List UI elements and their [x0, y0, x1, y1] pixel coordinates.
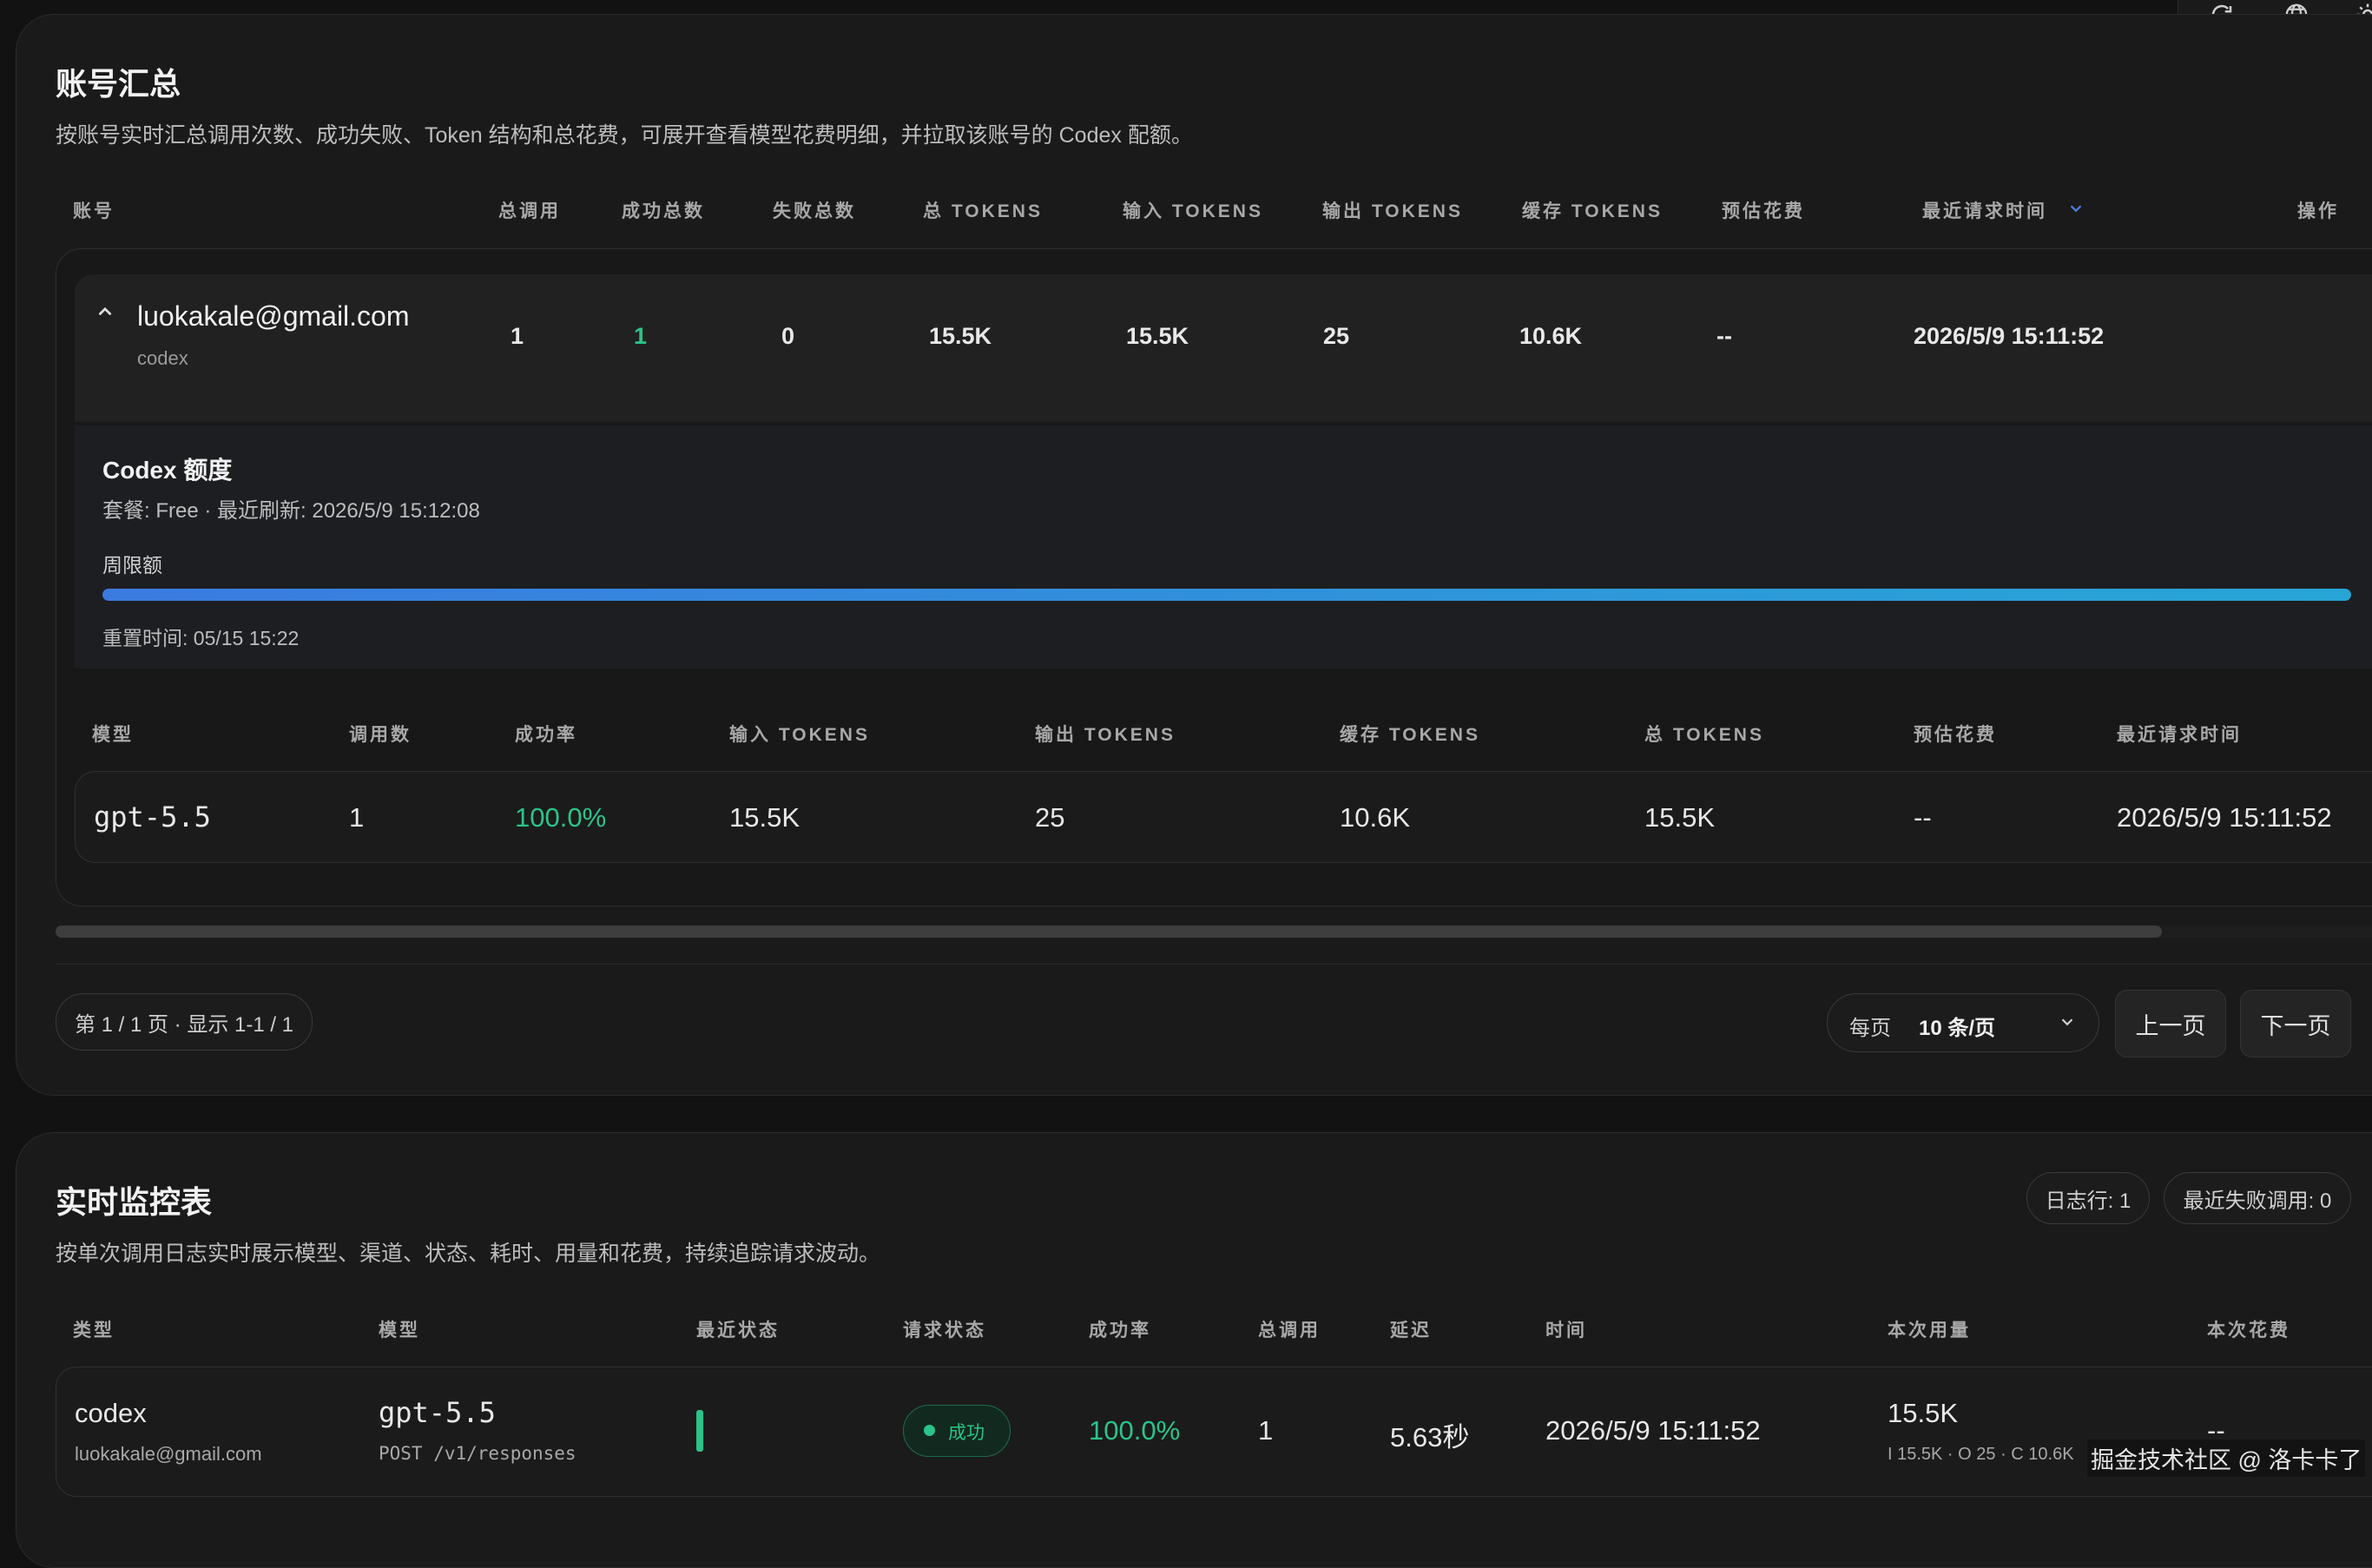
- quota-meta: 套餐: Free · 最近刷新: 2026/5/9 15:12:08: [102, 499, 480, 523]
- model-col-total-tokens: 总 TOKENS: [1644, 725, 1764, 745]
- watermark: 掘金技术社区 @ 洛卡卡了: [2087, 1440, 2366, 1477]
- monitor-type: codex: [75, 1398, 147, 1428]
- model-cost: --: [1914, 802, 1932, 833]
- model-col-cache-tokens: 缓存 TOKENS: [1340, 725, 1480, 745]
- model-output-tokens: 25: [1035, 802, 1065, 833]
- model-col-success-rate: 成功率: [515, 725, 577, 745]
- monitor-col-model: 模型: [379, 1321, 420, 1341]
- monitor-col-recent-status: 最近状态: [696, 1321, 780, 1341]
- monitor-latency: 5.63秒: [1390, 1422, 1470, 1453]
- accounts-description: 按账号实时汇总调用次数、成功失败、Token 结构和总花费，可展开查看模型花费明…: [56, 123, 1193, 148]
- account-cost: --: [1716, 323, 1732, 349]
- collapse-chevron-up-icon[interactable]: [94, 300, 116, 323]
- monitor-col-latency: 延迟: [1390, 1321, 1432, 1341]
- quota-title: Codex 额度: [102, 457, 233, 484]
- monitor-col-type: 类型: [73, 1321, 115, 1341]
- model-total-tokens: 15.5K: [1644, 802, 1716, 833]
- monitor-usage-detail: I 15.5K · O 25 · C 10.6K: [1888, 1445, 2074, 1464]
- col-cache-tokens: 缓存 TOKENS: [1522, 201, 1663, 221]
- model-row: [75, 771, 2372, 863]
- model-name: gpt-5.5: [94, 800, 211, 833]
- model-col-last-request: 最近请求时间: [2117, 725, 2242, 745]
- per-page-value: 10 条/页: [1919, 1017, 1996, 1040]
- monitor-row: [56, 1367, 2372, 1497]
- per-page-chevron-down-icon: [2061, 1018, 2073, 1026]
- quota-limit-label: 周限额: [102, 554, 162, 576]
- monitor-time: 2026/5/9 15:11:52: [1545, 1415, 1761, 1446]
- monitor-usage: 15.5K: [1888, 1398, 1959, 1428]
- model-input-tokens: 15.5K: [729, 802, 801, 833]
- monitor-success-rate: 100.0%: [1089, 1415, 1181, 1446]
- model-success-rate: 100.0%: [515, 802, 607, 833]
- account-output-tokens: 25: [1323, 323, 1350, 349]
- monitor-account: luokakale@gmail.com: [75, 1443, 262, 1465]
- model-col-output-tokens: 输出 TOKENS: [1035, 725, 1176, 745]
- model-col-model: 模型: [92, 725, 134, 745]
- col-cost: 预估花费: [1722, 201, 1805, 221]
- col-actions: 操作: [2297, 201, 2339, 221]
- account-failed: 0: [781, 323, 795, 349]
- monitor-description: 按单次调用日志实时展示模型、渠道、状态、耗时、用量和花费，持续追踪请求波动。: [56, 1242, 881, 1266]
- account-last-request: 2026/5/9 15:11:52: [1914, 323, 2105, 349]
- model-col-cost: 预估花费: [1914, 725, 1997, 745]
- account-success: 1: [634, 323, 648, 349]
- log-rows-badge: 日志行: 1: [2026, 1172, 2150, 1224]
- model-cache-tokens: 10.6K: [1340, 802, 1411, 833]
- monitor-model: gpt-5.5: [379, 1396, 496, 1429]
- account-total-calls: 1: [511, 323, 524, 349]
- codex-quota-panel: [75, 425, 2372, 669]
- monitor-col-request-status: 请求状态: [903, 1321, 986, 1341]
- monitor-col-total-calls: 总调用: [1258, 1321, 1321, 1341]
- col-account: 账号: [73, 201, 115, 221]
- col-failed-total: 失败总数: [773, 201, 856, 221]
- recent-status-bar: [696, 1410, 703, 1452]
- account-cache-tokens: 10.6K: [1519, 323, 1583, 349]
- account-channel: codex: [137, 347, 188, 369]
- monitor-col-cost: 本次花费: [2207, 1321, 2290, 1341]
- account-email: luokakale@gmail.com: [137, 300, 410, 332]
- quota-progress-track: [102, 589, 2351, 601]
- account-input-tokens: 15.5K: [1126, 323, 1189, 349]
- per-page-label: 每页: [1849, 1017, 1891, 1040]
- model-calls: 1: [349, 802, 365, 833]
- monitor-col-success-rate: 成功率: [1089, 1321, 1151, 1341]
- col-last-request[interactable]: 最近请求时间: [1922, 197, 2047, 223]
- col-output-tokens: 输出 TOKENS: [1322, 201, 1463, 221]
- col-input-tokens: 输入 TOKENS: [1123, 201, 1263, 221]
- col-total-tokens: 总 TOKENS: [923, 201, 1043, 221]
- account-total-tokens: 15.5K: [929, 323, 992, 349]
- model-col-input-tokens: 输入 TOKENS: [729, 725, 870, 745]
- prev-page-button[interactable]: 上一页: [2115, 990, 2226, 1057]
- status-dot-icon: [924, 1425, 935, 1436]
- col-total-calls: 总调用: [498, 201, 561, 221]
- recent-failed-badge: 最近失败调用: 0: [2164, 1172, 2351, 1224]
- sort-chevron-down-icon[interactable]: [2066, 199, 2085, 218]
- monitor-col-usage: 本次用量: [1888, 1321, 1971, 1341]
- request-status-label: 成功: [948, 1423, 985, 1443]
- quota-progress-fill: [102, 589, 2351, 601]
- pagination-info: 第 1 / 1 页 · 显示 1-1 / 1: [56, 993, 313, 1051]
- monitor-total-calls: 1: [1258, 1415, 1274, 1446]
- quota-reset-time: 重置时间: 05/15 15:22: [102, 627, 300, 649]
- monitor-title: 实时监控表: [56, 1184, 213, 1220]
- divider: [56, 964, 2372, 965]
- monitor-card: [16, 1132, 2372, 1568]
- model-col-calls: 调用数: [349, 725, 412, 745]
- accounts-title: 账号汇总: [56, 66, 181, 102]
- horizontal-scrollbar-thumb[interactable]: [56, 926, 2162, 938]
- model-last-request: 2026/5/9 15:11:52: [2117, 802, 2332, 833]
- monitor-col-time: 时间: [1545, 1321, 1587, 1341]
- col-success-total: 成功总数: [622, 201, 705, 221]
- next-page-button[interactable]: 下一页: [2240, 990, 2351, 1057]
- monitor-endpoint: POST /v1/responses: [379, 1443, 577, 1464]
